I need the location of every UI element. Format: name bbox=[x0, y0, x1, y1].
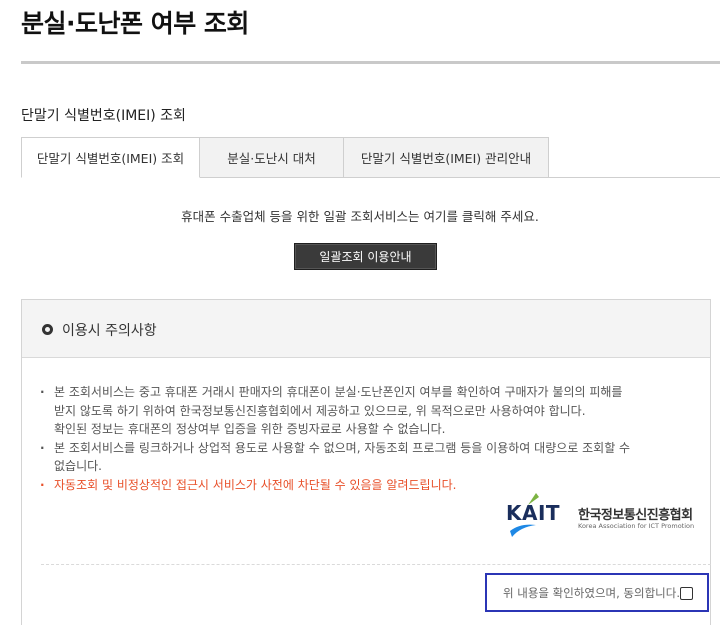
usage-caution-title: 이용시 주의사항 bbox=[62, 323, 157, 339]
section-title: 단말기 식별번호(IMEI) 조회 bbox=[21, 108, 186, 124]
caution-item-continued: 받지 않도록 하기 위하여 한국정보통신진흥협회에서 제공하고 있으므로, 위 … bbox=[54, 403, 586, 418]
caution-item-continued: 없습니다. bbox=[54, 459, 102, 473]
dashed-divider bbox=[41, 564, 711, 565]
usage-caution-header: 이용시 주의사항 bbox=[22, 300, 710, 358]
kait-logo-abbr: KAIT bbox=[506, 501, 561, 525]
tab-imei-lookup[interactable]: 단말기 식별번호(IMEI) 조회 bbox=[21, 137, 200, 178]
kait-logo: KAIT 한국정보통신진흥협회 Korea Association for IC… bbox=[506, 491, 706, 539]
bulk-lookup-notice: 휴대폰 수출업체 등을 위한 일괄 조회서비스는 여기를 클릭해 주세요. bbox=[181, 209, 539, 224]
page-title: 분실·도난폰 여부 조회 bbox=[21, 9, 249, 38]
tab-imei-management-guide[interactable]: 단말기 식별번호(IMEI) 관리안내 bbox=[343, 137, 549, 178]
kait-logo-name-kr: 한국정보통신진흥협회 bbox=[578, 508, 693, 523]
caution-item: 본 조회서비스를 링크하거나 상업적 용도로 사용할 수 없으며, 자동조회 프… bbox=[38, 439, 698, 458]
caution-item-continued: 확인된 정보는 휴대폰의 정상여부 입증을 위한 증빙자료로 사용할 수 없습니… bbox=[54, 422, 446, 436]
caution-item: 본 조회서비스는 중고 휴대폰 거래시 판매자의 휴대폰이 분실·도난폰인지 여… bbox=[38, 383, 698, 402]
agreement-box: 위 내용을 확인하였으며, 동의합니다. bbox=[485, 573, 709, 612]
usage-caution-panel: 이용시 주의사항 본 조회서비스는 중고 휴대폰 거래시 판매자의 휴대폰이 분… bbox=[21, 299, 711, 625]
usage-caution-list: 본 조회서비스는 중고 휴대폰 거래시 판매자의 휴대폰이 분실·도난폰인지 여… bbox=[38, 383, 698, 494]
title-divider bbox=[21, 61, 720, 64]
tab-bar: 단말기 식별번호(IMEI) 조회 분실·도난시 대처 단말기 식별번호(IME… bbox=[21, 137, 720, 178]
kait-logo-name-en: Korea Association for ICT Promotion bbox=[578, 522, 695, 530]
ring-bullet-icon bbox=[42, 324, 53, 335]
tab-loss-theft-response[interactable]: 분실·도난시 대처 bbox=[199, 137, 344, 178]
agreement-checkbox[interactable] bbox=[680, 587, 693, 600]
agreement-label: 위 내용을 확인하였으며, 동의합니다. bbox=[503, 586, 680, 600]
bulk-lookup-guide-button[interactable]: 일괄조회 이용안내 bbox=[294, 243, 437, 270]
